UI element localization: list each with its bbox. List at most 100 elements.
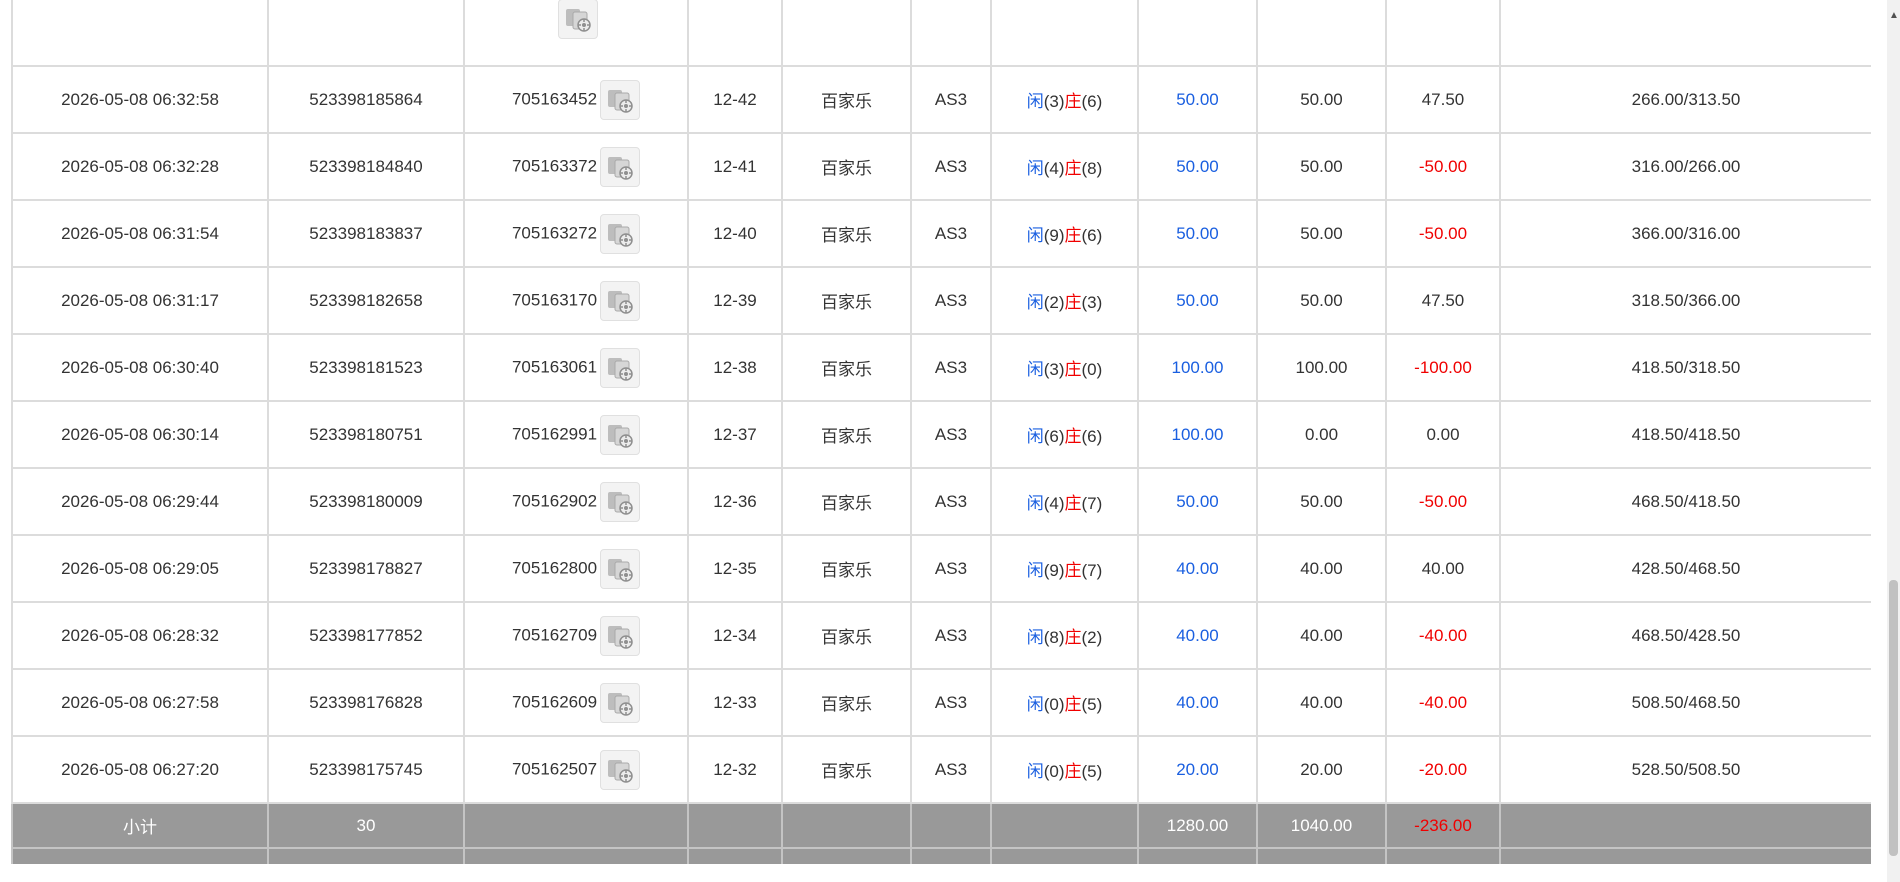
table-row: 2026-05-08 06:27:20 523398175745 7051625… bbox=[11, 735, 1871, 804]
game-type-cell: 百家乐 bbox=[781, 333, 912, 402]
player-label: 闲 bbox=[1026, 360, 1044, 379]
bet-time: 2026-05-08 06:31:17 bbox=[61, 290, 219, 310]
card-result-icon[interactable] bbox=[600, 548, 641, 589]
card-result-icon[interactable] bbox=[557, 0, 598, 39]
bet-amount: 40.00 bbox=[1176, 558, 1219, 578]
bet-time: 2026-05-08 06:28:32 bbox=[61, 625, 219, 645]
player-points: (9) bbox=[1043, 226, 1065, 245]
bet-time: 2026-05-08 06:31:54 bbox=[61, 223, 219, 243]
player-points: (4) bbox=[1043, 494, 1065, 513]
shoe-round: 12-37 bbox=[713, 424, 757, 444]
shoe-round-cell: 12-32 bbox=[687, 735, 783, 804]
summary-count: 30 bbox=[356, 815, 376, 835]
card-result-icon[interactable] bbox=[600, 79, 641, 120]
balance: 508.50/468.50 bbox=[1631, 692, 1741, 712]
round-number: 705162609 bbox=[511, 691, 598, 711]
bet-amount-cell bbox=[1137, 0, 1258, 67]
summary-empty-cell bbox=[463, 802, 689, 849]
balance: 318.50/366.00 bbox=[1631, 290, 1741, 310]
player-points: (3) bbox=[1043, 360, 1065, 379]
balance-cell: 266.00/313.50 bbox=[1499, 65, 1871, 134]
summary-empty-cell bbox=[781, 802, 912, 849]
player-label: 闲 bbox=[1026, 695, 1044, 714]
shoe-round: 12-33 bbox=[713, 692, 757, 712]
payout: 40.00 bbox=[1421, 558, 1465, 578]
game-type-cell: 百家乐 bbox=[781, 735, 912, 804]
vertical-scrollbar[interactable]: ▲ bbox=[1887, 0, 1900, 882]
summary-empty-cell bbox=[1499, 802, 1871, 849]
table-code: AS3 bbox=[934, 357, 968, 377]
valid-bet-cell: 50.00 bbox=[1256, 65, 1387, 134]
bet-number-cell: 523398185864 bbox=[267, 65, 465, 134]
table-code-cell: AS3 bbox=[910, 735, 992, 804]
payout: 47.50 bbox=[1421, 290, 1465, 310]
payout-cell: -100.00 bbox=[1385, 333, 1501, 402]
bet-amount-cell: 50.00 bbox=[1137, 199, 1258, 268]
player-points: (8) bbox=[1043, 628, 1065, 647]
table-row: 2026-05-08 06:31:17 523398182658 7051631… bbox=[11, 266, 1871, 335]
game-type: 百家乐 bbox=[821, 159, 872, 178]
bet-time: 2026-05-08 06:27:58 bbox=[61, 692, 219, 712]
bet-records-table: 2026-05-08 06:32:58 523398185864 7051634… bbox=[11, 0, 1871, 864]
bet-number-cell: 523398177852 bbox=[267, 601, 465, 670]
balance: 468.50/418.50 bbox=[1631, 491, 1741, 511]
result-cell: 闲(9)庄(6) bbox=[990, 199, 1139, 268]
table-code: AS3 bbox=[934, 290, 968, 310]
card-result-icon[interactable] bbox=[600, 213, 641, 254]
valid-bet-cell bbox=[1256, 0, 1387, 67]
bet-time-cell: 2026-05-08 06:30:40 bbox=[11, 333, 269, 402]
player-points: (2) bbox=[1043, 293, 1065, 312]
shoe-round: 12-34 bbox=[713, 625, 757, 645]
bet-number-cell: 523398184840 bbox=[267, 132, 465, 201]
game-type: 百家乐 bbox=[821, 695, 872, 714]
banker-points: (5) bbox=[1081, 695, 1103, 714]
balance-cell: 418.50/318.50 bbox=[1499, 333, 1871, 402]
card-result-icon[interactable] bbox=[600, 280, 641, 321]
card-result-icon[interactable] bbox=[600, 682, 641, 723]
result-cell: 闲(3)庄(0) bbox=[990, 333, 1139, 402]
valid-bet-cell: 50.00 bbox=[1256, 467, 1387, 536]
result-cell: 闲(9)庄(7) bbox=[990, 534, 1139, 603]
table-code-cell: AS3 bbox=[910, 333, 992, 402]
player-points: (0) bbox=[1043, 695, 1065, 714]
table-code-cell: AS3 bbox=[910, 668, 992, 737]
arrow-up-icon[interactable]: ▲ bbox=[1889, 10, 1899, 22]
valid-bet: 20.00 bbox=[1300, 759, 1343, 779]
bet-amount: 40.00 bbox=[1176, 625, 1219, 645]
scrollbar-thumb[interactable] bbox=[1889, 580, 1898, 856]
shoe-round-cell: 12-40 bbox=[687, 199, 783, 268]
card-result-icon[interactable] bbox=[600, 347, 641, 388]
summary-empty-cell bbox=[990, 847, 1139, 864]
card-result-icon[interactable] bbox=[600, 414, 641, 455]
valid-bet: 50.00 bbox=[1300, 491, 1343, 511]
player-label: 闲 bbox=[1026, 762, 1044, 781]
shoe-round: 12-42 bbox=[713, 89, 757, 109]
shoe-round-cell: 12-36 bbox=[687, 467, 783, 536]
banker-points: (6) bbox=[1081, 92, 1103, 111]
valid-bet-cell: 20.00 bbox=[1256, 735, 1387, 804]
payout: -50.00 bbox=[1418, 223, 1468, 243]
card-result-icon[interactable] bbox=[600, 615, 641, 656]
payout-cell: 47.50 bbox=[1385, 266, 1501, 335]
round-number-cell bbox=[463, 0, 689, 67]
balance: 366.00/316.00 bbox=[1631, 223, 1741, 243]
payout-cell: -50.00 bbox=[1385, 132, 1501, 201]
table-row: 2026-05-08 06:32:28 523398184840 7051633… bbox=[11, 132, 1871, 201]
result-cell: 闲(6)庄(6) bbox=[990, 400, 1139, 469]
bet-number-cell: 523398176828 bbox=[267, 668, 465, 737]
card-result-icon[interactable] bbox=[600, 481, 641, 522]
bet-amount: 100.00 bbox=[1171, 357, 1224, 377]
game-type-cell: 百家乐 bbox=[781, 534, 912, 603]
summary-payout: -236.00 bbox=[1414, 815, 1472, 835]
summary-payout: -236.00 bbox=[1414, 862, 1472, 865]
bet-number: 523398175745 bbox=[309, 759, 423, 779]
bet-number-cell: 523398175745 bbox=[267, 735, 465, 804]
bet-amount-cell: 20.00 bbox=[1137, 735, 1258, 804]
card-result-icon[interactable] bbox=[600, 146, 641, 187]
banker-label: 庄 bbox=[1064, 561, 1082, 580]
banker-label: 庄 bbox=[1064, 762, 1082, 781]
card-result-icon[interactable] bbox=[600, 749, 641, 790]
bet-time-cell: 2026-05-08 06:30:14 bbox=[11, 400, 269, 469]
balance: 468.50/428.50 bbox=[1631, 625, 1741, 645]
valid-bet: 50.00 bbox=[1300, 89, 1343, 109]
